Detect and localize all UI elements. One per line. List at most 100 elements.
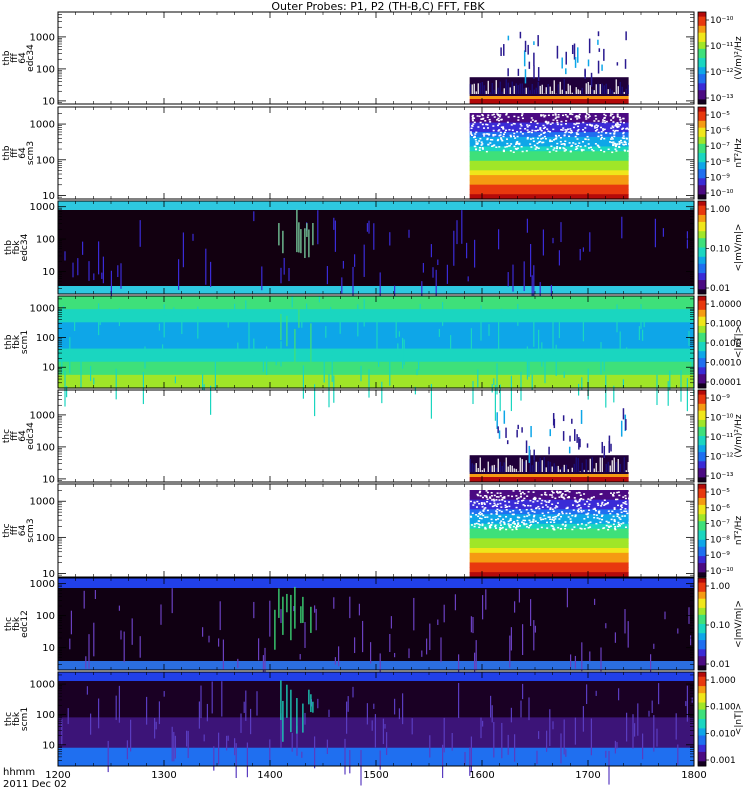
- colorbar-tick-label: 10⁻⁵: [710, 488, 730, 498]
- heatmap-cell: [552, 510, 555, 513]
- heatmap-cell: [546, 527, 549, 529]
- heatmap-cell: [685, 701, 687, 707]
- heatmap-cell: [585, 118, 588, 120]
- heatmap-cell: [508, 501, 511, 503]
- colorbar-tick-label: 10⁻⁷: [710, 142, 730, 152]
- heatmap-cell: [516, 498, 519, 500]
- colorbar-tick-label: 1.0000: [710, 300, 742, 310]
- heatmap-cell: [93, 273, 95, 281]
- heatmap-cell: [187, 730, 189, 759]
- heatmap-cell: [80, 354, 82, 388]
- heatmap-cell: [582, 510, 585, 512]
- heatmap-cell: [605, 120, 608, 123]
- heatmap-cell: [523, 497, 526, 500]
- heatmap-cell: [477, 468, 479, 472]
- heatmap-cell: [516, 429, 518, 438]
- heatmap-cell: [403, 339, 405, 365]
- heatmap-cell: [493, 721, 495, 758]
- heatmap-cell: [514, 734, 516, 762]
- heatmap-cell: [613, 508, 616, 510]
- heatmap-cell: [471, 125, 474, 127]
- heatmap-cell: [553, 418, 556, 429]
- heatmap-cell: [413, 597, 415, 631]
- heatmap-cell: [595, 462, 597, 472]
- heatmap-cell: [568, 131, 571, 134]
- heatmap-cell: [582, 706, 584, 732]
- heatmap-cell: [603, 137, 606, 140]
- colorbar-label: <|mV/m|>: [734, 600, 744, 648]
- heatmap-cell: [527, 512, 530, 514]
- heatmap-cell: [537, 147, 540, 150]
- heatmap-cell: [618, 525, 621, 527]
- heatmap-cell: [555, 515, 558, 518]
- heatmap-cell: [530, 425, 532, 438]
- heatmap-cell: [568, 446, 571, 454]
- colorbar-tick-label: 0.0010: [710, 359, 742, 369]
- heatmap-cell: [473, 502, 476, 504]
- heatmap-cell: [558, 250, 560, 266]
- heatmap-cell: [126, 740, 128, 760]
- heatmap-cell: [528, 514, 531, 516]
- heatmap-cell: [88, 634, 90, 669]
- heatmap-cell: [623, 510, 626, 513]
- heatmap-cell: [470, 524, 473, 526]
- heatmap-cell: [525, 523, 528, 525]
- heatmap-cell: [498, 123, 501, 125]
- heatmap-cell: [523, 461, 525, 472]
- colorbar-tick-label: 10⁻¹²: [710, 453, 734, 463]
- heatmap-cell: [555, 466, 557, 472]
- heatmap-cell: [587, 498, 590, 500]
- heatmap-cell: [599, 84, 601, 94]
- heatmap-cell: [486, 498, 489, 500]
- heatmap-cell: [527, 504, 530, 507]
- heatmap-cell: [613, 507, 616, 509]
- heatmap-cell: [612, 141, 615, 143]
- heatmap-cell: [486, 116, 489, 119]
- heatmap-cell: [592, 508, 595, 510]
- heatmap-cell: [579, 471, 581, 472]
- heatmap-cell: [551, 518, 554, 521]
- heatmap-cell: [446, 264, 448, 284]
- heatmap-cell: [619, 118, 622, 121]
- heatmap-cell: [594, 143, 597, 145]
- heatmap-cell: [509, 134, 512, 137]
- heatmap-cell: [525, 150, 528, 152]
- heatmap-cell: [610, 127, 613, 129]
- colorbar-tick-label: 10⁻⁵: [710, 111, 730, 121]
- heatmap-cell: [610, 136, 613, 139]
- heatmap-cell: [482, 509, 485, 512]
- heatmap-cell: [552, 491, 555, 494]
- heatmap-cell: [282, 230, 284, 254]
- heatmap-cell: [326, 739, 328, 754]
- heatmap-cell: [586, 684, 588, 704]
- heatmap-cell: [554, 497, 557, 500]
- heatmap-cell: [576, 138, 579, 140]
- heatmap-cell: [544, 126, 547, 129]
- heatmap-cell: [599, 521, 602, 524]
- heatmap-cell: [686, 231, 688, 249]
- heatmap-cell: [537, 81, 539, 94]
- heatmap-cell: [506, 142, 509, 145]
- heatmap-cell: [541, 499, 544, 502]
- heatmap-cell: [625, 88, 627, 94]
- heatmap-cell: [482, 595, 484, 620]
- heatmap-cell: [484, 527, 487, 530]
- heatmap-cell: [202, 627, 204, 637]
- heatmap-cell: [416, 369, 418, 376]
- heatmap-cell: [500, 138, 503, 141]
- colorbar-tick-label: 10⁻¹¹: [710, 433, 734, 443]
- heatmap-cell: [561, 511, 564, 513]
- heatmap-cell: [624, 526, 627, 529]
- heatmap-cell: [74, 320, 76, 332]
- heatmap-cell: [521, 427, 523, 433]
- heatmap-cell: [489, 502, 492, 505]
- heatmap-cell: [253, 338, 255, 356]
- heatmap-cell: [541, 141, 544, 144]
- heatmap-cell: [481, 113, 484, 116]
- heatmap-cell: [286, 315, 288, 347]
- x-axis: 1200 1300 1400 1500 1600 1700 1800: [45, 770, 706, 781]
- heatmap-cell: [475, 141, 478, 143]
- heatmap-cell: [590, 497, 593, 499]
- heatmap-cell: [535, 129, 538, 132]
- heatmap-cell: [174, 735, 176, 759]
